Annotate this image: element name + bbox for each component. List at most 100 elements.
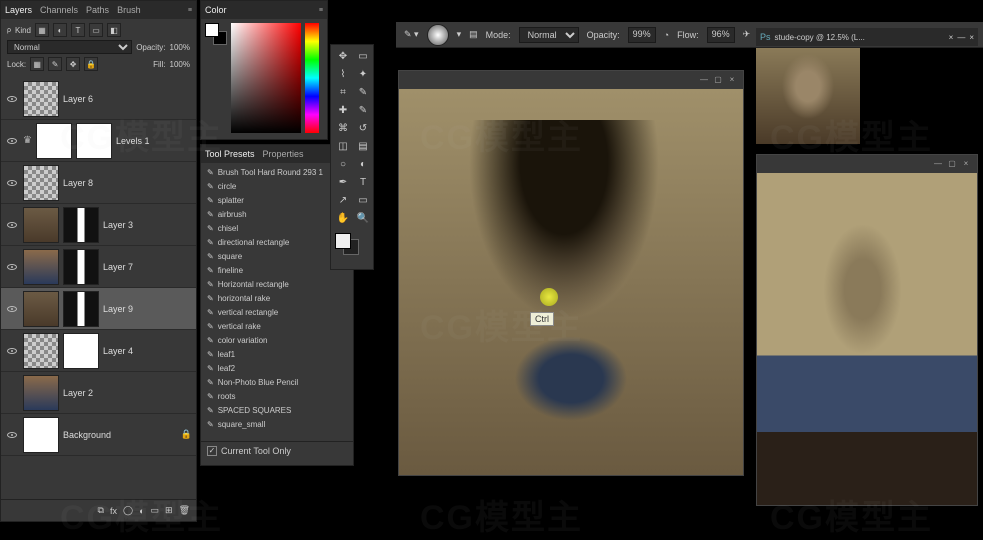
visibility-toggle[interactable] <box>5 176 19 190</box>
layer-thumbnail[interactable] <box>23 417 59 453</box>
layer-fx-icon[interactable]: fx <box>110 506 117 516</box>
preset-item[interactable]: ✎Horizontal rectangle <box>201 277 353 291</box>
layer-name[interactable]: Background <box>63 430 111 440</box>
group-icon[interactable]: ▭ <box>151 505 160 516</box>
lock-pixels-icon[interactable]: ✎ <box>48 57 62 71</box>
layer-mask-thumbnail[interactable] <box>63 249 99 285</box>
gradient-tool[interactable]: ▤ <box>353 137 373 155</box>
tab-layers[interactable]: Layers <box>5 5 32 15</box>
link-layers-icon[interactable]: ⧉ <box>98 505 104 516</box>
flow-field[interactable]: 96% <box>707 27 735 43</box>
panel-menu-icon[interactable]: ≡ <box>188 7 192 14</box>
ref-minimize-icon[interactable]: — <box>933 159 943 169</box>
visibility-toggle[interactable] <box>5 386 19 400</box>
tab-close-icon[interactable]: × <box>949 33 954 42</box>
tab-channels[interactable]: Channels <box>40 5 78 15</box>
zoom-tool[interactable]: 🔍 <box>353 209 373 227</box>
close-icon[interactable]: × <box>727 75 737 85</box>
layer-mask-thumbnail[interactable] <box>63 207 99 243</box>
path-tool[interactable]: ↗ <box>333 191 353 209</box>
window-close-icon[interactable]: × <box>969 33 974 42</box>
eyedropper-tool[interactable]: ✎ <box>353 83 373 101</box>
layer-mask-thumbnail[interactable] <box>63 333 99 369</box>
color-menu-icon[interactable]: ≡ <box>319 7 323 14</box>
layer-name[interactable]: Layer 6 <box>63 94 93 104</box>
visibility-toggle[interactable] <box>5 134 19 148</box>
maximize-icon[interactable]: ▢ <box>713 75 723 85</box>
preset-item[interactable]: ✎Non-Photo Blue Pencil <box>201 375 353 389</box>
preset-item[interactable]: ✎horizontal rake <box>201 291 353 305</box>
layer-row[interactable]: Layer 7 <box>1 246 196 288</box>
ref-close-icon[interactable]: × <box>961 159 971 169</box>
filter-shape-icon[interactable]: ▭ <box>89 23 103 37</box>
brush-preview[interactable] <box>427 24 449 46</box>
layer-name[interactable]: Layer 4 <box>103 346 133 356</box>
layer-row[interactable]: ♛Levels 1 <box>1 120 196 162</box>
color-field[interactable] <box>231 23 301 133</box>
layer-thumbnail[interactable] <box>23 207 59 243</box>
lock-position-icon[interactable]: ✥ <box>66 57 80 71</box>
blur-tool[interactable]: ○ <box>333 155 353 173</box>
pressure-opacity-icon[interactable]: ◔ <box>664 30 669 40</box>
brush-panel-icon[interactable]: ▤ <box>469 29 478 40</box>
layer-thumbnail[interactable] <box>23 165 59 201</box>
preset-item[interactable]: ✎square_small <box>201 417 353 431</box>
delete-layer-icon[interactable]: 🗑 <box>179 505 190 516</box>
visibility-toggle[interactable] <box>5 344 19 358</box>
layer-row[interactable]: Background🔒 <box>1 414 196 456</box>
crop-tool[interactable]: ⌗ <box>333 83 353 101</box>
layer-mask-thumbnail[interactable] <box>63 291 99 327</box>
visibility-toggle[interactable] <box>5 428 19 442</box>
layer-list[interactable]: Layer 6 ♛Levels 1 Layer 8 Layer 3 Layer 7 Lay… <box>1 78 196 508</box>
lock-all-icon[interactable]: 🔒 <box>84 57 98 71</box>
wand-tool[interactable]: ✦ <box>353 65 373 83</box>
brush-picker-icon[interactable]: ▾ <box>457 29 462 40</box>
layer-name[interactable]: Layer 9 <box>103 304 133 314</box>
tab-paths[interactable]: Paths <box>86 5 109 15</box>
history-tool[interactable]: ↺ <box>353 119 373 137</box>
preset-item[interactable]: ✎leaf2 <box>201 361 353 375</box>
filter-adjust-icon[interactable]: ◐ <box>53 23 67 37</box>
visibility-toggle[interactable] <box>5 218 19 232</box>
visibility-toggle[interactable] <box>5 260 19 274</box>
layer-name[interactable]: Layer 7 <box>103 262 133 272</box>
opacity-field[interactable]: 99% <box>628 27 656 43</box>
current-tool-only-checkbox[interactable]: ✓ <box>207 446 217 456</box>
tab-brush[interactable]: Brush <box>117 5 141 15</box>
preset-item[interactable]: ✎vertical rake <box>201 319 353 333</box>
stamp-tool[interactable]: ⌘ <box>333 119 353 137</box>
hue-strip[interactable] <box>305 23 319 133</box>
layer-thumbnail[interactable] <box>23 291 59 327</box>
tab-tool-presets[interactable]: Tool Presets <box>205 149 255 159</box>
layer-name[interactable]: Layer 3 <box>103 220 133 230</box>
layer-thumbnail[interactable] <box>23 333 59 369</box>
type-tool[interactable]: T <box>353 173 373 191</box>
visibility-toggle[interactable] <box>5 302 19 316</box>
adjustment-layer-icon[interactable]: ◐ <box>139 506 144 516</box>
filter-smart-icon[interactable]: ◧ <box>107 23 121 37</box>
canvas-main[interactable] <box>399 89 743 475</box>
minimize-icon[interactable]: — <box>699 75 709 85</box>
layer-name[interactable]: Layer 2 <box>63 388 93 398</box>
new-layer-icon[interactable]: ⊞ <box>165 505 173 516</box>
lock-transparency-icon[interactable]: ▦ <box>30 57 44 71</box>
hand-tool[interactable]: ✋ <box>333 209 353 227</box>
tab-properties[interactable]: Properties <box>263 149 304 159</box>
filter-type-icon[interactable]: T <box>71 23 85 37</box>
blend-mode-select[interactable]: Normal <box>7 40 132 54</box>
preset-item[interactable]: ✎vertical rectangle <box>201 305 353 319</box>
fill-value[interactable]: 100% <box>170 60 190 69</box>
canvas-reference[interactable] <box>757 173 977 505</box>
layer-row[interactable]: Layer 4 <box>1 330 196 372</box>
fg-bg-swatches[interactable] <box>205 23 227 45</box>
ref-maximize-icon[interactable]: ▢ <box>947 159 957 169</box>
lasso-tool[interactable]: ⌇ <box>333 65 353 83</box>
window-minimize-icon[interactable]: — <box>957 33 965 42</box>
layer-row[interactable]: Layer 2 <box>1 372 196 414</box>
eraser-tool[interactable]: ◫ <box>333 137 353 155</box>
document-tab[interactable]: stude-copy @ 12.5% (L... <box>775 33 865 42</box>
layer-row[interactable]: Layer 6 <box>1 78 196 120</box>
preset-item[interactable]: ✎roots <box>201 389 353 403</box>
preset-item[interactable]: ✎leaf1 <box>201 347 353 361</box>
layer-name[interactable]: Layer 8 <box>63 178 93 188</box>
